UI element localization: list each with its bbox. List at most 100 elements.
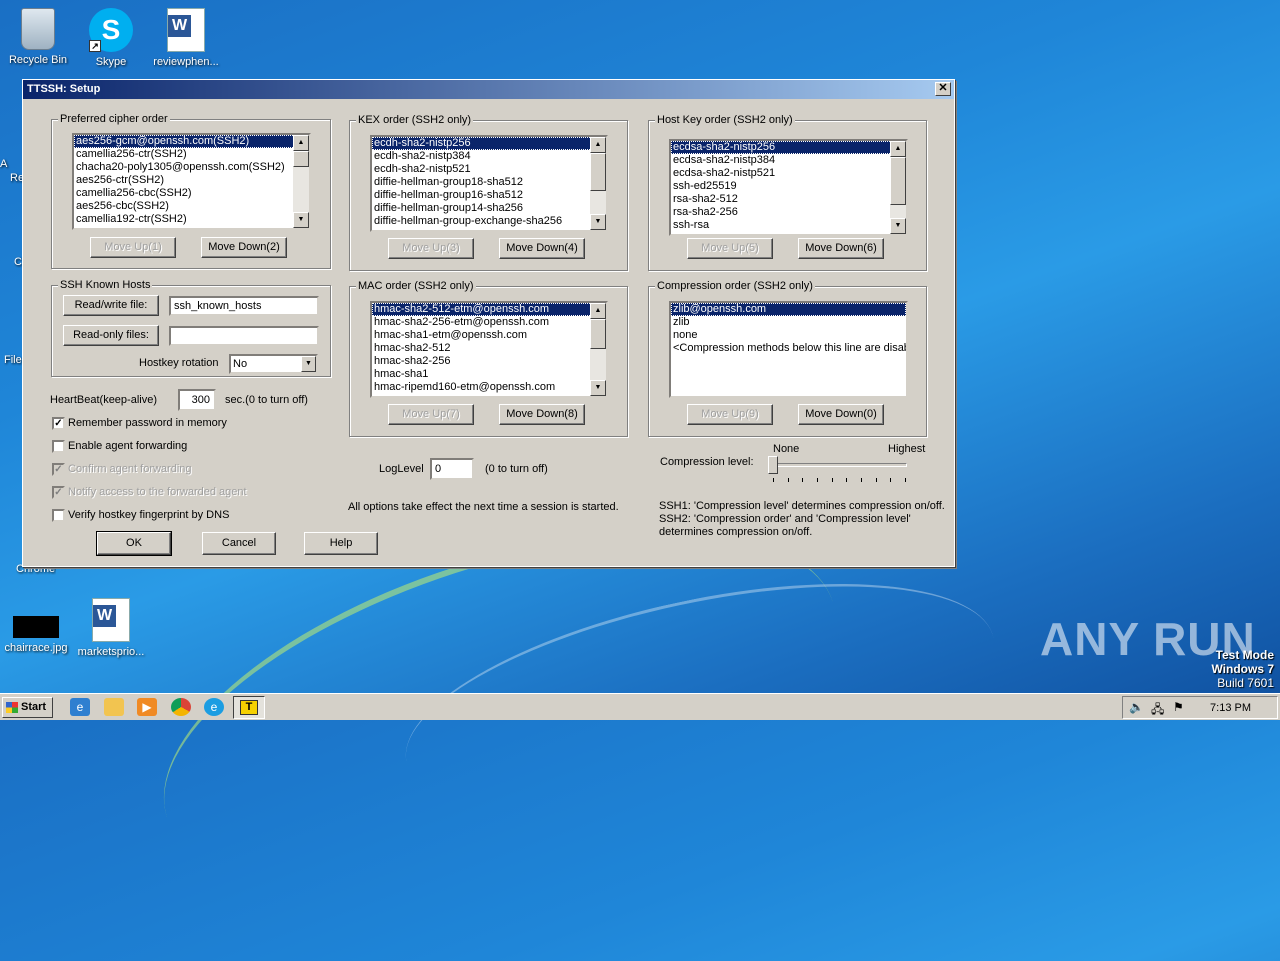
list-item[interactable]: diffie-hellman-group14-sha256 <box>372 202 606 215</box>
list-item[interactable]: chacha20-poly1305@openssh.com(SSH2) <box>74 161 309 174</box>
list-item[interactable]: hmac-sha1-etm@openssh.com <box>372 329 606 342</box>
edge-icon[interactable]: e <box>204 698 224 716</box>
dialog-titlebar[interactable]: TTSSH: Setup ✕ <box>23 80 954 99</box>
list-item[interactable]: ecdsa-sha2-nistp256 <box>671 141 906 154</box>
read-only-files-input[interactable] <box>169 326 319 346</box>
cancel-button[interactable]: Cancel <box>202 532 276 555</box>
checkbox[interactable] <box>52 440 65 453</box>
list-item[interactable]: camellia256-cbc(SSH2) <box>74 187 309 200</box>
compression-listbox[interactable]: zlib@openssh.com zlib none <Compression met… <box>669 301 908 398</box>
list-item[interactable]: hmac-sha1 <box>372 368 606 381</box>
list-item[interactable]: zlib <box>671 316 906 329</box>
chrome-icon[interactable] <box>171 698 191 716</box>
checkbox[interactable]: ✓ <box>52 463 65 476</box>
media-player-icon[interactable]: ▶ <box>137 698 157 716</box>
mac-move-up-button[interactable]: Move Up(7) <box>388 404 474 425</box>
hostkey-move-up-button[interactable]: Move Up(5) <box>687 238 773 259</box>
compression-level-track[interactable] <box>771 463 907 467</box>
action-center-flag-icon[interactable]: ⚑ <box>1173 700 1184 714</box>
speaker-icon[interactable]: 🔈 <box>1129 700 1144 714</box>
ok-button[interactable]: OK <box>96 531 172 556</box>
desktop-icon-marketsprio[interactable]: W marketsprio... <box>73 598 149 658</box>
list-item[interactable]: diffie-hellman-group16-sha512 <box>372 189 606 202</box>
compression-level-slider-thumb[interactable] <box>768 456 778 474</box>
list-item[interactable]: ecdsa-sha2-nistp521 <box>671 167 906 180</box>
mac-move-down-button[interactable]: Move Down(8) <box>499 404 585 425</box>
list-item[interactable]: ssh-ed25519 <box>671 180 906 193</box>
read-only-files-button[interactable]: Read-only files: <box>63 325 159 346</box>
list-item[interactable]: ecdh-sha2-nistp521 <box>372 163 606 176</box>
vertical-scrollbar[interactable]: ▲ ▼ <box>890 141 906 234</box>
scroll-up-arrow-icon[interactable]: ▲ <box>890 141 906 157</box>
known-hosts-group: SSH Known Hosts Read/write file: ssh_kno… <box>51 279 331 377</box>
scroll-thumb[interactable] <box>590 319 606 349</box>
network-icon[interactable]: 🖧 <box>1151 700 1164 721</box>
hostkey-listbox[interactable]: ecdsa-sha2-nistp256 ecdsa-sha2-nistp384 ec… <box>669 139 908 236</box>
desktop-icon-recycle-bin[interactable]: Recycle Bin <box>0 8 76 66</box>
list-item[interactable]: diffie-hellman-group18-sha512 <box>372 176 606 189</box>
list-item[interactable]: diffie-hellman-group-exchange-sha256 <box>372 215 606 228</box>
list-item[interactable]: hmac-sha2-512 <box>372 342 606 355</box>
close-button[interactable]: ✕ <box>935 82 951 96</box>
scroll-down-arrow-icon[interactable]: ▼ <box>590 214 606 230</box>
desktop-icon-reviewphen[interactable]: W reviewphen... <box>148 8 224 68</box>
cipher-listbox[interactable]: aes256-gcm@openssh.com(SSH2) camellia256-… <box>72 133 311 230</box>
list-item[interactable]: rsa-sha2-256 <box>671 206 906 219</box>
scroll-thumb[interactable] <box>890 157 906 205</box>
mac-listbox[interactable]: hmac-sha2-512-etm@openssh.com hmac-sha2-2… <box>370 301 608 398</box>
list-item[interactable]: hmac-sha2-512-etm@openssh.com <box>372 303 606 316</box>
list-item[interactable]: hmac-ripemd160-etm@openssh.com <box>372 381 606 394</box>
list-item[interactable]: hmac-sha2-256-etm@openssh.com <box>372 316 606 329</box>
kex-move-down-button[interactable]: Move Down(4) <box>499 238 585 259</box>
file-explorer-icon[interactable] <box>104 698 124 716</box>
list-item[interactable]: <Compression methods below this line are… <box>671 342 906 355</box>
scroll-down-arrow-icon[interactable]: ▼ <box>890 218 906 234</box>
chevron-down-icon[interactable]: ▼ <box>301 356 316 372</box>
vertical-scrollbar[interactable]: ▲ ▼ <box>590 303 606 396</box>
internet-explorer-icon[interactable]: e <box>70 698 90 716</box>
checkbox[interactable]: ✓ <box>52 486 65 499</box>
scroll-up-arrow-icon[interactable]: ▲ <box>590 137 606 153</box>
desktop-icon-chairrace[interactable]: chairrace.jpg <box>0 604 74 654</box>
list-item[interactable]: ssh-rsa <box>671 219 906 232</box>
list-item[interactable]: aes256-cbc(SSH2) <box>74 200 309 213</box>
cipher-move-down-button[interactable]: Move Down(2) <box>201 237 287 258</box>
teraterm-taskbar-button[interactable]: T <box>233 696 265 719</box>
vertical-scrollbar[interactable]: ▲ ▼ <box>293 135 309 228</box>
clock[interactable]: 7:13 PM <box>1210 702 1251 714</box>
list-item[interactable]: aes256-ctr(SSH2) <box>74 174 309 187</box>
scroll-thumb[interactable] <box>590 153 606 191</box>
read-write-file-input[interactable]: ssh_known_hosts <box>169 296 319 316</box>
checkbox[interactable] <box>52 509 65 522</box>
list-item[interactable]: aes256-gcm@openssh.com(SSH2) <box>74 135 309 148</box>
scroll-down-arrow-icon[interactable]: ▼ <box>590 380 606 396</box>
list-item[interactable]: hmac-sha2-256 <box>372 355 606 368</box>
list-item[interactable]: camellia256-ctr(SSH2) <box>74 148 309 161</box>
vertical-scrollbar[interactable]: ▲ ▼ <box>590 137 606 230</box>
list-item[interactable]: none <box>671 329 906 342</box>
scroll-up-arrow-icon[interactable]: ▲ <box>293 135 309 151</box>
checkbox[interactable]: ✓ <box>52 417 65 430</box>
kex-move-up-button[interactable]: Move Up(3) <box>388 238 474 259</box>
list-item[interactable]: camellia192-ctr(SSH2) <box>74 213 309 226</box>
scroll-down-arrow-icon[interactable]: ▼ <box>293 212 309 228</box>
start-button[interactable]: Start <box>2 697 53 718</box>
heartbeat-input[interactable]: 300 <box>178 389 216 411</box>
kex-listbox[interactable]: ecdh-sha2-nistp256 ecdh-sha2-nistp384 ecdh… <box>370 135 608 232</box>
read-write-file-button[interactable]: Read/write file: <box>63 295 159 316</box>
list-item[interactable]: ecdh-sha2-nistp256 <box>372 137 606 150</box>
list-item[interactable]: zlib@openssh.com <box>671 303 906 316</box>
hostkey-rotation-select[interactable]: No ▼ <box>229 354 318 374</box>
scroll-up-arrow-icon[interactable]: ▲ <box>590 303 606 319</box>
help-button[interactable]: Help <box>304 532 378 555</box>
list-item[interactable]: rsa-sha2-512 <box>671 193 906 206</box>
desktop-icon-skype[interactable]: S ↗ Skype <box>73 8 149 68</box>
list-item[interactable]: ecdsa-sha2-nistp384 <box>671 154 906 167</box>
compression-move-up-button[interactable]: Move Up(9) <box>687 404 773 425</box>
loglevel-input[interactable]: 0 <box>430 458 474 480</box>
scroll-thumb[interactable] <box>293 151 309 167</box>
hostkey-move-down-button[interactable]: Move Down(6) <box>798 238 884 259</box>
compression-move-down-button[interactable]: Move Down(0) <box>798 404 884 425</box>
list-item[interactable]: ecdh-sha2-nistp384 <box>372 150 606 163</box>
cipher-move-up-button[interactable]: Move Up(1) <box>90 237 176 258</box>
